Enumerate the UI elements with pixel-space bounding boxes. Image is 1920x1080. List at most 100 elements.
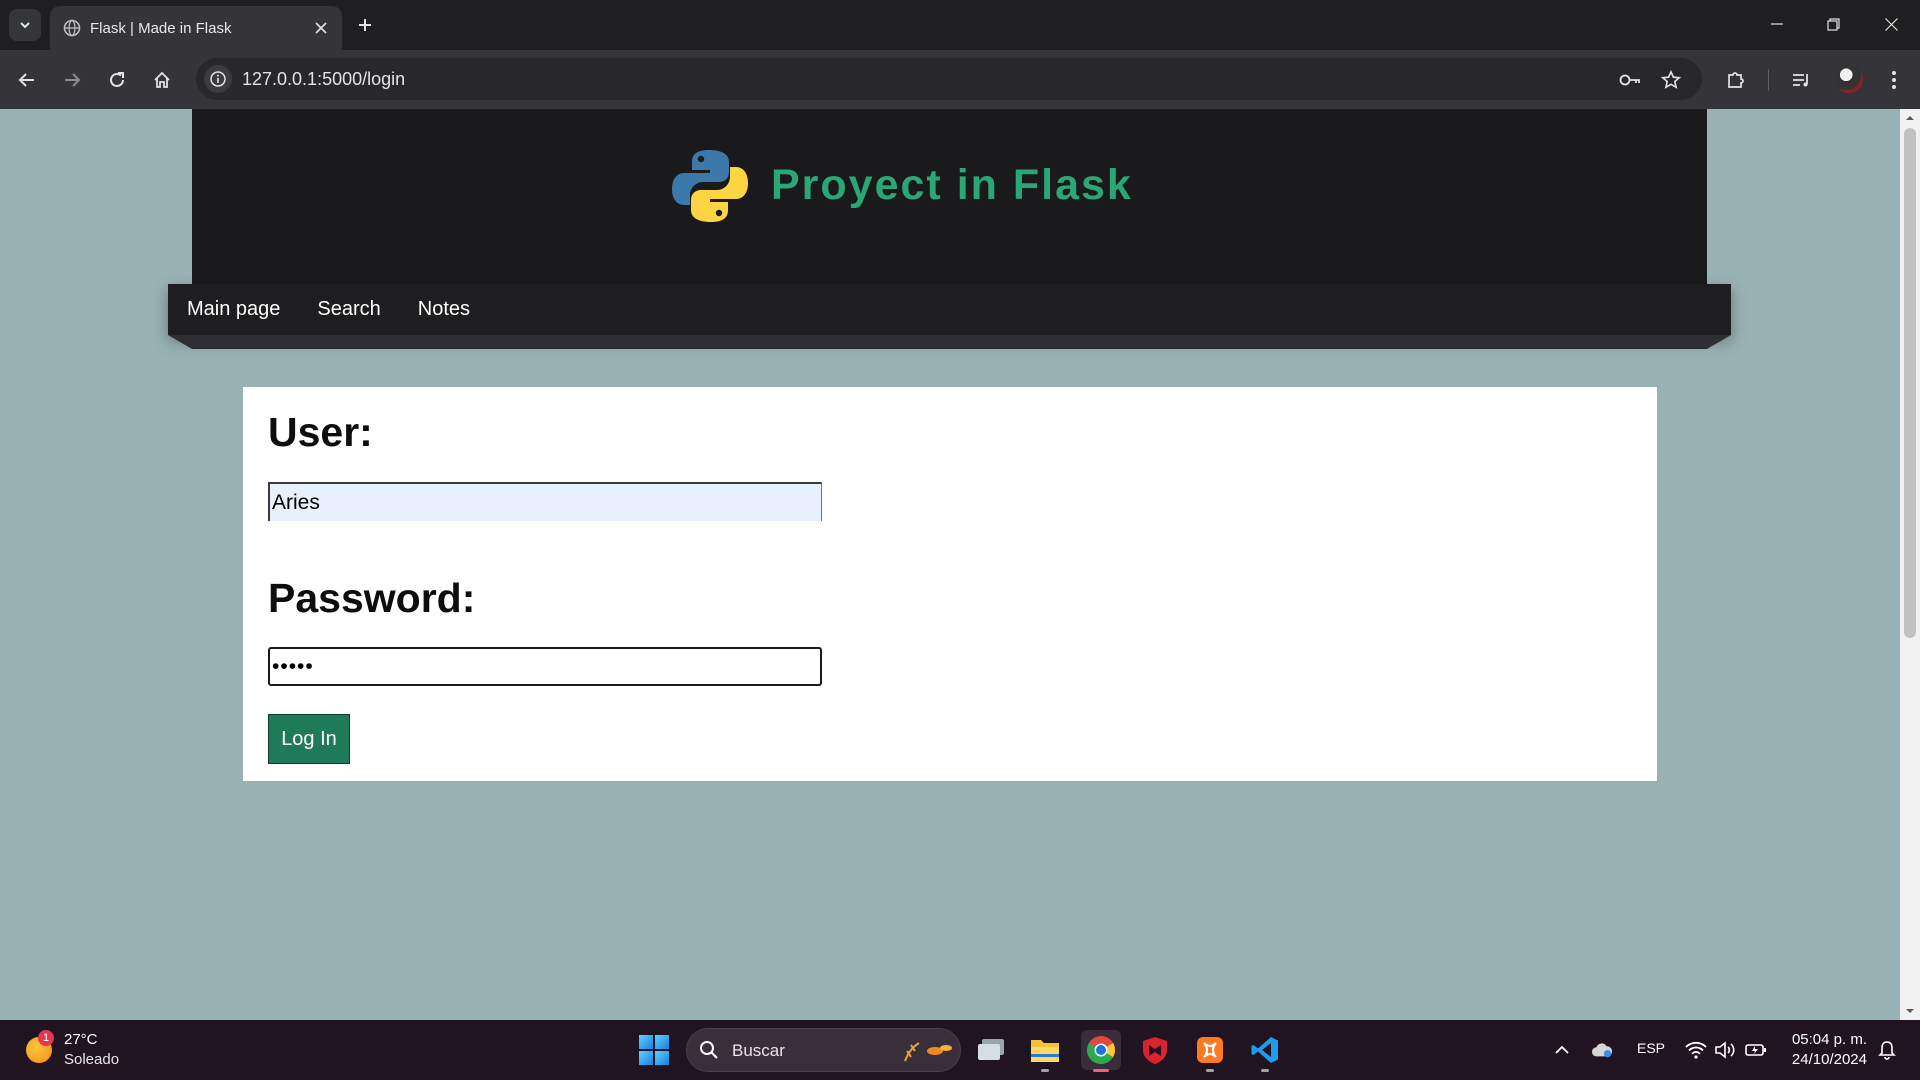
vscode-icon xyxy=(1251,1037,1278,1063)
profile-avatar[interactable] xyxy=(1835,65,1863,93)
task-view-icon xyxy=(978,1039,1004,1060)
running-indicator xyxy=(1206,1069,1214,1072)
nav-item-main-page[interactable]: Main page xyxy=(187,298,280,321)
python-logo-icon xyxy=(672,150,748,222)
username-input[interactable] xyxy=(268,482,822,521)
minimize-button[interactable] xyxy=(1755,6,1799,42)
browser-tabstrip: Flask | Made in Flask xyxy=(0,0,1920,50)
user-label: User: xyxy=(268,409,373,455)
navbar-ribbon-fold xyxy=(168,335,1731,349)
password-input[interactable] xyxy=(268,647,822,686)
address-bar[interactable]: 127.0.0.1:5000/login xyxy=(196,58,1702,100)
browser-menu-button[interactable] xyxy=(1878,64,1910,96)
tray-overflow-button[interactable] xyxy=(1551,1039,1573,1061)
plus-icon xyxy=(359,19,371,31)
taskbar-task-view[interactable] xyxy=(971,1030,1011,1070)
xampp-icon xyxy=(1197,1037,1223,1063)
info-icon xyxy=(210,71,226,87)
tray-network[interactable] xyxy=(1685,1039,1707,1061)
arrow-left-icon xyxy=(18,73,34,87)
new-tab-button[interactable] xyxy=(350,10,380,40)
notifications-button[interactable] xyxy=(1876,1039,1898,1061)
back-button[interactable] xyxy=(11,64,43,96)
scroll-up-arrow-icon[interactable] xyxy=(1905,113,1915,123)
running-indicator xyxy=(1261,1069,1269,1072)
password-label: Password: xyxy=(268,575,476,621)
clock-date[interactable]: 24/10/2024 xyxy=(1787,1051,1867,1068)
restore-button[interactable] xyxy=(1811,6,1855,42)
bell-settings-icon xyxy=(1878,1041,1896,1060)
key-icon xyxy=(1619,74,1640,86)
media-controls-button[interactable] xyxy=(1785,64,1817,96)
close-icon xyxy=(1884,17,1898,31)
close-window-button[interactable] xyxy=(1869,6,1913,42)
language-indicator[interactable]: ESP xyxy=(1637,1040,1665,1056)
nav-list: Main page Search Notes xyxy=(168,284,1731,335)
shield-icon xyxy=(1143,1037,1167,1064)
puzzle-icon xyxy=(1728,72,1744,88)
playlist-icon xyxy=(1793,74,1808,87)
arrow-right-icon xyxy=(65,73,81,87)
active-indicator xyxy=(1093,1069,1109,1072)
chevron-down-icon xyxy=(20,22,30,29)
more-vertical-icon xyxy=(1892,71,1896,89)
restore-icon xyxy=(1826,17,1840,31)
password-key-button[interactable] xyxy=(1618,68,1642,92)
chrome-icon xyxy=(1087,1036,1115,1064)
speaker-icon xyxy=(1715,1041,1735,1059)
main-navbar: Main page Search Notes xyxy=(168,284,1731,335)
home-button[interactable] xyxy=(146,64,178,96)
os-taskbar: 1 27°C Soleado Buscar ESP 05:04 p. m. 24… xyxy=(0,1020,1920,1080)
tray-battery[interactable] xyxy=(1745,1039,1767,1061)
browser-toolbar: 127.0.0.1:5000/login xyxy=(0,50,1920,109)
scroll-down-arrow-icon[interactable] xyxy=(1905,1006,1915,1016)
search-icon xyxy=(700,1041,718,1059)
bookmark-button[interactable] xyxy=(1659,68,1683,92)
minimize-icon xyxy=(1771,23,1783,25)
reload-icon xyxy=(110,72,124,87)
toolbar-separator xyxy=(1768,69,1769,91)
extensions-button[interactable] xyxy=(1720,64,1752,96)
login-form: User: Password: Log In xyxy=(243,387,1657,781)
tab-title: Flask | Made in Flask xyxy=(90,20,232,37)
tray-volume[interactable] xyxy=(1714,1039,1736,1061)
windows-start-icon[interactable] xyxy=(638,1034,670,1066)
taskbar-search[interactable]: Buscar xyxy=(686,1028,961,1072)
globe-icon xyxy=(63,19,81,37)
taskbar-chrome[interactable] xyxy=(1081,1030,1121,1072)
taskbar-vscode[interactable] xyxy=(1245,1030,1285,1072)
cloud-icon xyxy=(1591,1043,1613,1058)
taskbar-xampp[interactable] xyxy=(1190,1030,1230,1072)
site-info-button[interactable] xyxy=(204,65,232,93)
page-viewport: Proyect in Flask Main page Search Notes … xyxy=(0,109,1900,1020)
search-placeholder: Buscar xyxy=(732,1041,785,1060)
scrollbar-thumb[interactable] xyxy=(1904,128,1916,638)
tab-search-button[interactable] xyxy=(9,9,41,41)
close-icon xyxy=(315,22,327,34)
nav-item-search[interactable]: Search xyxy=(317,298,380,321)
reload-button[interactable] xyxy=(101,64,133,96)
taskbar-mcafee[interactable] xyxy=(1135,1030,1175,1070)
clock-time[interactable]: 05:04 p. m. xyxy=(1787,1031,1867,1048)
chevron-up-icon xyxy=(1555,1045,1569,1054)
running-indicator xyxy=(1041,1069,1049,1072)
nav-item-notes[interactable]: Notes xyxy=(418,298,470,321)
battery-charging-icon xyxy=(1745,1044,1766,1056)
folder-icon xyxy=(1031,1040,1059,1062)
url-text: 127.0.0.1:5000/login xyxy=(242,69,406,89)
close-tab-button[interactable] xyxy=(310,17,332,39)
site-header: Proyect in Flask xyxy=(192,109,1707,284)
weather-widget[interactable]: 1 27°C Soleado xyxy=(24,1030,164,1072)
weather-description: Soleado xyxy=(64,1051,120,1068)
home-icon xyxy=(154,71,170,88)
forward-button[interactable] xyxy=(56,64,88,96)
wifi-icon xyxy=(1685,1041,1707,1059)
taskbar-file-explorer[interactable] xyxy=(1025,1030,1065,1072)
page-scrollbar[interactable] xyxy=(1900,109,1920,1020)
tray-onedrive[interactable] xyxy=(1591,1039,1613,1061)
browser-tab-active[interactable]: Flask | Made in Flask xyxy=(50,6,342,50)
notification-badge: 1 xyxy=(38,1030,54,1046)
search-highlight-illustration-icon xyxy=(904,1042,952,1062)
login-button[interactable]: Log In xyxy=(268,714,350,764)
star-icon xyxy=(1661,70,1681,89)
